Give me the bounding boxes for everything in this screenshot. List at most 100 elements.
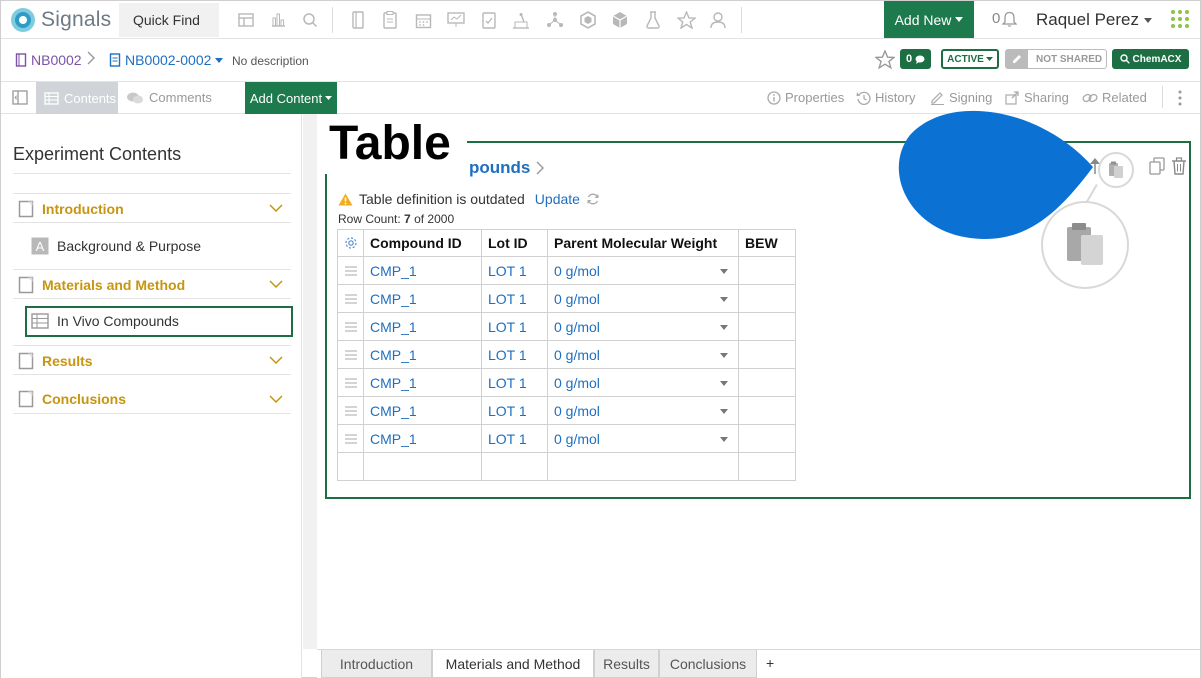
table-row[interactable]: CMP_1 LOT 1 0 g/mol bbox=[337, 424, 796, 453]
add-tab-button[interactable]: + bbox=[766, 655, 774, 671]
favorite-star-icon[interactable] bbox=[875, 50, 895, 69]
section-introduction[interactable]: Introduction bbox=[18, 200, 124, 218]
empty-cell[interactable] bbox=[738, 452, 796, 481]
update-link[interactable]: Update bbox=[535, 191, 580, 207]
dropdown-caret-icon[interactable] bbox=[720, 409, 728, 414]
molecular-weight-cell[interactable]: 0 g/mol bbox=[547, 312, 739, 341]
compound-id-cell[interactable]: CMP_1 bbox=[363, 284, 482, 313]
more-options-icon[interactable] bbox=[1178, 90, 1182, 106]
column-settings-gear-icon[interactable] bbox=[337, 229, 364, 257]
drag-handle-icon[interactable] bbox=[337, 256, 364, 285]
lot-id-cell[interactable]: LOT 1 bbox=[481, 284, 548, 313]
drag-handle-icon[interactable] bbox=[337, 424, 364, 453]
molecular-weight-cell[interactable]: 0 g/mol bbox=[547, 284, 739, 313]
add-new-button[interactable]: Add New bbox=[884, 1, 974, 38]
toggle-sidebar-icon[interactable] bbox=[12, 90, 28, 105]
lot-id-cell[interactable]: LOT 1 bbox=[481, 312, 548, 341]
user-menu[interactable]: Raquel Perez bbox=[1036, 10, 1153, 30]
status-dropdown[interactable]: ACTIVE bbox=[941, 49, 999, 69]
column-header-compound-id[interactable]: Compound ID bbox=[363, 229, 482, 257]
table-row[interactable]: CMP_1 LOT 1 0 g/mol bbox=[337, 340, 796, 369]
molecular-weight-cell[interactable]: 0 g/mol bbox=[547, 340, 739, 369]
column-header-lot-id[interactable]: Lot ID bbox=[481, 229, 548, 257]
item-background-purpose[interactable]: A Background & Purpose bbox=[31, 237, 201, 255]
sharing-status-badge[interactable]: NOT SHARED bbox=[1005, 49, 1107, 69]
tab-comments[interactable]: Comments bbox=[126, 90, 212, 105]
bew-cell[interactable] bbox=[738, 312, 796, 341]
calendar-icon[interactable] bbox=[412, 9, 434, 31]
add-content-button[interactable]: Add Content bbox=[245, 82, 337, 114]
chemacx-search-button[interactable]: ChemACX bbox=[1112, 49, 1189, 69]
drag-handle-icon[interactable] bbox=[337, 312, 364, 341]
experiment-description[interactable]: No description bbox=[232, 54, 309, 68]
drag-handle-icon[interactable] bbox=[337, 396, 364, 425]
column-header-parent-mw[interactable]: Parent Molecular Weight bbox=[547, 229, 739, 257]
section-conclusions[interactable]: Conclusions bbox=[18, 390, 126, 408]
drag-handle-icon[interactable] bbox=[337, 340, 364, 369]
molecular-weight-cell[interactable]: 0 g/mol bbox=[547, 256, 739, 285]
compound-id-cell[interactable]: CMP_1 bbox=[363, 312, 482, 341]
table-title-link[interactable]: pounds bbox=[469, 158, 545, 178]
presentation-icon[interactable] bbox=[445, 9, 467, 31]
compound-id-cell[interactable]: CMP_1 bbox=[363, 424, 482, 453]
tab-contents[interactable]: Contents bbox=[36, 82, 118, 114]
task-clipboard-icon[interactable] bbox=[478, 9, 500, 31]
search-icon[interactable] bbox=[299, 9, 321, 31]
table-row[interactable]: CMP_1 LOT 1 0 g/mol bbox=[337, 256, 796, 285]
table-row[interactable]: CMP_1 LOT 1 0 g/mol bbox=[337, 368, 796, 397]
empty-table-row[interactable] bbox=[337, 452, 796, 481]
dropdown-caret-icon[interactable] bbox=[720, 381, 728, 386]
chevron-down-icon[interactable] bbox=[269, 280, 283, 288]
lot-id-cell[interactable]: LOT 1 bbox=[481, 396, 548, 425]
chevron-down-icon[interactable] bbox=[269, 356, 283, 364]
bottom-tab-introduction[interactable]: Introduction bbox=[321, 650, 432, 678]
notifications-button[interactable]: 0 bbox=[992, 10, 1018, 27]
signals-logo[interactable]: Signals bbox=[9, 6, 111, 34]
paste-icon[interactable] bbox=[1098, 152, 1134, 188]
compound-id-cell[interactable]: CMP_1 bbox=[363, 368, 482, 397]
molecular-weight-cell[interactable]: 0 g/mol bbox=[547, 396, 739, 425]
lot-id-cell[interactable]: LOT 1 bbox=[481, 424, 548, 453]
empty-cell[interactable] bbox=[337, 452, 364, 481]
users-icon[interactable] bbox=[708, 9, 730, 31]
lot-id-cell[interactable]: LOT 1 bbox=[481, 340, 548, 369]
item-in-vivo-compounds[interactable]: In Vivo Compounds bbox=[31, 313, 179, 329]
cube-icon[interactable] bbox=[609, 9, 631, 31]
dashboard-icon[interactable] bbox=[235, 9, 257, 31]
empty-cell[interactable] bbox=[481, 452, 548, 481]
quick-find-button[interactable]: Quick Find bbox=[119, 3, 219, 37]
chevron-down-icon[interactable] bbox=[269, 204, 283, 212]
dropdown-caret-icon[interactable] bbox=[720, 269, 728, 274]
empty-cell[interactable] bbox=[547, 452, 739, 481]
bew-cell[interactable] bbox=[738, 256, 796, 285]
section-materials-and-method[interactable]: Materials and Method bbox=[18, 276, 185, 294]
flask-icon[interactable] bbox=[642, 9, 664, 31]
column-header-bew[interactable]: BEW bbox=[738, 229, 796, 257]
lab-equipment-icon[interactable] bbox=[510, 9, 532, 31]
drag-handle-icon[interactable] bbox=[337, 284, 364, 313]
app-launcher-icon[interactable] bbox=[1170, 9, 1190, 29]
bew-cell[interactable] bbox=[738, 284, 796, 313]
compound-id-cell[interactable]: CMP_1 bbox=[363, 256, 482, 285]
compound-id-cell[interactable]: CMP_1 bbox=[363, 396, 482, 425]
bottom-tab-conclusions[interactable]: Conclusions bbox=[659, 650, 757, 678]
chevron-down-icon[interactable] bbox=[269, 395, 283, 403]
trash-icon[interactable] bbox=[1171, 157, 1187, 175]
hexagon-icon[interactable] bbox=[577, 9, 599, 31]
table-row[interactable]: CMP_1 LOT 1 0 g/mol bbox=[337, 312, 796, 341]
clipboard-icon[interactable] bbox=[379, 9, 401, 31]
dropdown-caret-icon[interactable] bbox=[720, 325, 728, 330]
molecule-icon[interactable] bbox=[544, 9, 566, 31]
table-row[interactable]: CMP_1 LOT 1 0 g/mol bbox=[337, 396, 796, 425]
dropdown-caret-icon[interactable] bbox=[720, 353, 728, 358]
lot-id-cell[interactable]: LOT 1 bbox=[481, 256, 548, 285]
bew-cell[interactable] bbox=[738, 368, 796, 397]
bottom-tab-materials-and-method[interactable]: Materials and Method bbox=[432, 650, 594, 678]
drag-handle-icon[interactable] bbox=[337, 368, 364, 397]
bar-chart-icon[interactable] bbox=[267, 9, 289, 31]
molecular-weight-cell[interactable]: 0 g/mol bbox=[547, 368, 739, 397]
copy-icon[interactable] bbox=[1149, 157, 1165, 175]
dropdown-caret-icon[interactable] bbox=[720, 297, 728, 302]
bottom-tab-results[interactable]: Results bbox=[594, 650, 659, 678]
comments-count-badge[interactable]: 0 bbox=[900, 49, 932, 69]
